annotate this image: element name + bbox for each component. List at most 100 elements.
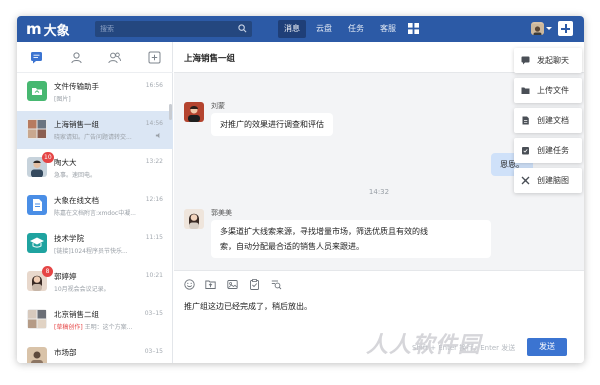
logo-mark-icon: m bbox=[26, 20, 42, 38]
conversation-item[interactable]: 技术学院 [链接]1024程序员节快乐... 11:15 bbox=[17, 225, 173, 263]
nav-cloud-drive[interactable]: 云盘 bbox=[310, 20, 338, 38]
conversation-preview: [草稿创作] 王明：这个方案... bbox=[54, 322, 162, 331]
unread-badge: 8 bbox=[42, 266, 53, 277]
add-button[interactable] bbox=[558, 21, 573, 36]
menu-create-task[interactable]: 创建任务 bbox=[514, 138, 582, 163]
menu-item-label: 上传文件 bbox=[537, 86, 569, 95]
conversation-item[interactable]: 文件传输助手 [图片] 16:56 bbox=[17, 73, 173, 111]
conversation-time: 12:16 bbox=[145, 196, 163, 203]
message-line: 索，自动分配最合适的销售人员来跟进。 bbox=[220, 242, 364, 251]
menu-create-doc[interactable]: 创建文档 bbox=[514, 108, 582, 133]
conversation-item[interactable]: 市场部 03–15 bbox=[17, 339, 173, 363]
menu-upload-file[interactable]: 上传文件 bbox=[514, 78, 582, 103]
nav-tasks[interactable]: 任务 bbox=[342, 20, 370, 38]
document-icon bbox=[522, 116, 529, 125]
message-line: 多渠道扩大线索来源，寻找增量市场，筛选优质且有效的线 bbox=[220, 227, 428, 236]
conversation-time: 03–15 bbox=[144, 310, 163, 317]
top-bar: m 大象 消息 云盘 任务 客服 bbox=[17, 16, 584, 42]
conversation-preview: 晓家请知。广告问题请转交... bbox=[54, 134, 132, 141]
logo-text: 大象 bbox=[43, 23, 70, 39]
conversation-time: 13:22 bbox=[145, 158, 163, 165]
sender-name: 郭美美 bbox=[211, 209, 232, 217]
draft-text: 王明：这个方案... bbox=[84, 324, 133, 331]
create-menu: 发起聊天 上传文件 创建文档 创建任务 创建脑图 bbox=[514, 48, 582, 193]
chat-bubble-icon[interactable] bbox=[30, 51, 43, 64]
group-avatar bbox=[27, 119, 47, 139]
sidebar-tabs bbox=[17, 42, 173, 73]
clipboard-icon[interactable] bbox=[249, 279, 260, 290]
emoji-icon[interactable] bbox=[184, 279, 195, 290]
group-avatar bbox=[27, 309, 47, 329]
group-icon[interactable] bbox=[108, 51, 121, 64]
mute-icon bbox=[155, 132, 160, 139]
menu-item-label: 创建脑图 bbox=[537, 176, 569, 185]
folder-icon bbox=[521, 87, 530, 94]
nav-messages[interactable]: 消息 bbox=[278, 20, 306, 38]
conversation-preview: [图片] bbox=[54, 96, 71, 103]
image-icon[interactable] bbox=[227, 279, 238, 290]
nav-customer-service[interactable]: 客服 bbox=[374, 20, 402, 38]
sender-avatar[interactable] bbox=[184, 209, 204, 229]
message-bubble: 对推广的效果进行调查和评估 bbox=[211, 113, 333, 136]
user-avatar[interactable] bbox=[531, 22, 544, 35]
menu-start-chat[interactable]: 发起聊天 bbox=[514, 48, 582, 73]
conversation-preview: [链接]1024程序员节快乐... bbox=[54, 248, 128, 255]
composer-input[interactable]: 推广组这边已经完成了，稍后放出。 bbox=[184, 301, 312, 312]
apps-grid-icon[interactable] bbox=[408, 23, 419, 34]
academy-avatar bbox=[27, 233, 47, 253]
history-search-icon[interactable] bbox=[271, 279, 282, 290]
conversation-title: 陶大大 bbox=[54, 158, 77, 167]
conversation-title: 北京销售二组 bbox=[54, 310, 99, 319]
search-input[interactable] bbox=[100, 23, 230, 35]
conversation-time: 10:21 bbox=[145, 272, 163, 279]
conversation-title: 市场部 bbox=[54, 348, 77, 357]
task-icon bbox=[522, 147, 529, 155]
conversation-time: 11:15 bbox=[145, 234, 163, 241]
draft-tag: [草稿创作] bbox=[54, 324, 83, 331]
conversation-preview: 10月视会会议记录。 bbox=[54, 286, 110, 293]
conversation-time: 16:56 bbox=[145, 82, 163, 89]
sidebar-scrollbar[interactable] bbox=[169, 104, 172, 120]
conversation-sidebar: 文件传输助手 [图片] 16:56 上海销售一组 晓家请知。广告问题请转交...… bbox=[17, 42, 173, 363]
conversation-time: 14:56 bbox=[145, 120, 163, 127]
new-group-icon[interactable] bbox=[148, 51, 161, 64]
conversation-item[interactable]: 上海销售一组 晓家请知。广告问题请转交... 14:56 bbox=[17, 111, 173, 149]
main-nav: 消息 云盘 任务 客服 bbox=[278, 20, 402, 38]
conversation-list: 文件传输助手 [图片] 16:56 上海销售一组 晓家请知。广告问题请转交...… bbox=[17, 73, 173, 363]
search-icon[interactable] bbox=[238, 24, 247, 33]
file-transfer-avatar bbox=[27, 81, 47, 101]
avatar bbox=[27, 347, 47, 363]
chat-icon bbox=[521, 56, 530, 65]
send-button[interactable]: 发送 bbox=[527, 338, 567, 356]
conversation-title: 郭婷婷 bbox=[54, 272, 77, 281]
sender-name: 刘蒙 bbox=[211, 102, 225, 110]
mindmap-icon bbox=[521, 176, 530, 185]
document-avatar bbox=[27, 195, 47, 215]
conversation-item[interactable]: 8 郭婷婷 10月视会会议记录。 10:21 bbox=[17, 263, 173, 301]
watermark-text: 人人软件园 bbox=[366, 333, 482, 358]
message-bubble: 多渠道扩大线索来源，寻找增量市场，筛选优质且有效的线 索，自动分配最合适的销售人… bbox=[211, 220, 491, 258]
conversation-item[interactable]: 10 陶大大 急事。速回电。 13:22 bbox=[17, 149, 173, 187]
chat-title: 上海销售一组 bbox=[184, 54, 236, 64]
menu-item-label: 创建任务 bbox=[537, 146, 569, 155]
conversation-item[interactable]: 大象在线文档 陈嘉在文档附言:xmdoc中凝... 12:16 bbox=[17, 187, 173, 225]
folder-upload-icon[interactable] bbox=[205, 279, 216, 290]
conversation-title: 大象在线文档 bbox=[54, 196, 99, 205]
conversation-time: 03–15 bbox=[144, 348, 163, 355]
sender-avatar[interactable] bbox=[184, 102, 204, 122]
chevron-down-icon[interactable] bbox=[546, 27, 552, 30]
conversation-title: 上海销售一组 bbox=[54, 120, 99, 129]
menu-create-mindmap[interactable]: 创建脑图 bbox=[514, 168, 582, 193]
search-box[interactable] bbox=[95, 21, 252, 37]
app-logo[interactable]: m 大象 bbox=[26, 20, 70, 39]
app-window: m 大象 消息 云盘 任务 客服 bbox=[17, 16, 584, 363]
menu-item-label: 创建文档 bbox=[537, 116, 569, 125]
conversation-title: 技术学院 bbox=[54, 234, 84, 243]
unread-badge: 10 bbox=[42, 152, 54, 163]
conversation-item[interactable]: 北京销售二组 [草稿创作] 王明：这个方案... 03–15 bbox=[17, 301, 173, 339]
conversation-preview: 急事。速回电。 bbox=[54, 172, 97, 179]
menu-item-label: 发起聊天 bbox=[537, 56, 569, 65]
conversation-title: 文件传输助手 bbox=[54, 82, 99, 91]
contacts-icon[interactable] bbox=[70, 51, 83, 64]
conversation-preview: 陈嘉在文档附言:xmdoc中凝... bbox=[54, 210, 136, 217]
